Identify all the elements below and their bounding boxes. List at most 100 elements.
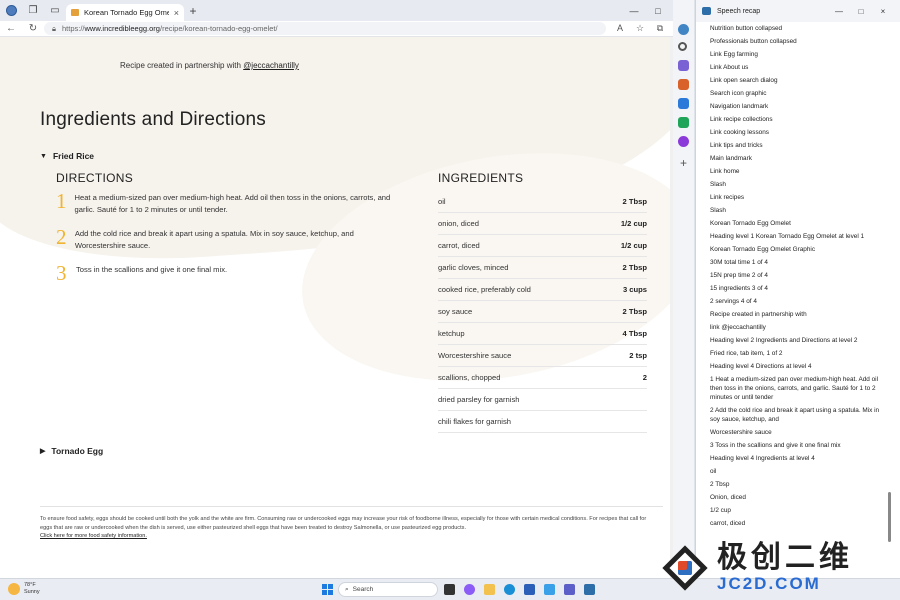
favorites-star-icon[interactable]: ☆ [630,23,650,34]
file-explorer-icon[interactable] [484,584,495,595]
task-view-icon[interactable] [444,584,455,595]
start-button[interactable] [322,584,333,595]
ingredient-row: scallions, chopped 2 [438,367,647,389]
edge-icon[interactable] [504,584,515,595]
url-text: https://www.incredibleegg.org/recipe/kor… [62,24,278,33]
tab-active[interactable]: Korean Tornado Egg Omelet - A × [66,4,184,21]
recap-item[interactable]: Slash [710,204,887,217]
taskbar-apps [444,584,595,595]
directions-heading: DIRECTIONS [56,171,134,185]
recap-item[interactable]: Search icon graphic [710,87,887,100]
tab-actions-icon[interactable]: ▭ [44,0,66,21]
ingredient-amount: 4 Tbsp [622,329,647,338]
recap-item[interactable]: Korean Tornado Egg Omelet Graphic [710,243,887,256]
recap-item[interactable]: link @jeccachantilly [710,321,887,334]
recap-item[interactable]: Link cooking lessons [710,126,887,139]
recap-item[interactable]: Korean Tornado Egg Omelet [710,217,887,230]
recap-item[interactable]: Heading level 4 Ingredients at level 4 [710,452,887,465]
site-favicon-icon [71,9,79,16]
recap-item[interactable]: Professionals button collapsed [710,35,887,48]
recap-item[interactable]: Link About us [710,61,887,74]
direction-step: 1 Heat a medium-sized pan over medium-hig… [56,190,396,216]
panel-minimize-button[interactable]: — [828,7,850,16]
recap-item[interactable]: Heading level 4 Directions at level 4 [710,360,887,373]
minimize-button[interactable]: — [622,6,646,16]
recap-item[interactable]: 2 Add the cold rice and break it apart u… [710,404,887,426]
recap-item[interactable]: Link tips and tricks [710,139,887,152]
recap-item[interactable]: Worcestershire sauce [710,426,887,439]
new-tab-button[interactable]: + [184,4,202,18]
mail-icon[interactable] [544,584,555,595]
tab-tornado-egg-label: Tornado Egg [51,446,104,456]
recap-item[interactable]: Heading level 2 Ingredients and Directio… [710,334,887,347]
tab-tornado-egg[interactable]: ▶ Tornado Egg [40,446,103,456]
step-text: Toss in the scallions and give it one fi… [76,265,228,274]
recap-item[interactable]: Onion, diced [710,491,887,504]
partner-link[interactable]: @jeccachantilly [243,61,299,70]
step-number: 1 [56,189,67,213]
recap-item[interactable]: 2 Tbsp [710,478,887,491]
recap-item[interactable]: Link recipes [710,191,887,204]
recap-item[interactable]: Heading level 1 Korean Tornado Egg Omele… [710,230,887,243]
recap-item[interactable]: Nutrition button collapsed [710,22,887,35]
outlook-icon[interactable] [678,136,689,147]
recap-item[interactable]: Link open search dialog [710,74,887,87]
recap-item[interactable]: 1/2 cup [710,504,887,517]
ingredient-name: onion, diced [438,219,479,228]
teams-icon[interactable] [564,584,575,595]
tab-close-icon[interactable]: × [174,8,179,18]
search-icon[interactable] [678,42,687,51]
shopping-icon[interactable] [678,60,689,71]
recap-item[interactable]: Link Egg farming [710,48,887,61]
recap-item[interactable]: Navigation landmark [710,100,887,113]
recap-item[interactable]: 2 servings 4 of 4 [710,295,887,308]
panel-scrollbar[interactable] [887,22,893,542]
recap-item[interactable]: oil [710,465,887,478]
copilot-icon[interactable] [464,584,475,595]
panel-title: Speech recap [717,7,761,15]
recap-item[interactable]: 30M total time 1 of 4 [710,256,887,269]
store-icon[interactable] [524,584,535,595]
office-icon[interactable] [678,117,689,128]
profile-button[interactable] [0,0,22,21]
ingredient-name: dried parsley for garnish [438,395,520,404]
add-icon[interactable]: + [678,157,689,169]
recap-item[interactable]: Link home [710,165,887,178]
read-aloud-icon[interactable]: A [610,23,630,34]
workspaces-icon[interactable]: ❐ [22,0,44,21]
weather-widget[interactable]: 78°F Sunny [8,582,40,596]
recap-item[interactable]: Slash [710,178,887,191]
tab-fried-rice[interactable]: ▼ Fried Rice [40,151,94,161]
recap-item[interactable]: 1 Heat a medium-sized pan over medium-hi… [710,373,887,404]
ingredient-amount: 2 Tbsp [622,307,647,316]
panel-maximize-button[interactable]: □ [850,7,872,16]
recap-item[interactable]: Recipe created in partnership with [710,308,887,321]
ingredient-amount: 1/2 cup [620,219,647,228]
refresh-button[interactable]: ↻ [22,23,44,34]
recap-item[interactable]: Main landmark [710,152,887,165]
recap-item[interactable]: 15N prep time 2 of 4 [710,269,887,282]
speech-recap-app-icon[interactable] [584,584,595,595]
back-button[interactable]: ← [0,23,22,34]
address-bar[interactable]: 🔒︎ https://www.incredibleegg.org/recipe/… [44,22,606,35]
taskbar-search[interactable]: ⌕ Search [338,582,438,597]
food-safety-link[interactable]: Click here for more food safety informat… [40,533,147,539]
watermark: 极创二维 JC2D.COM [655,535,900,600]
watermark-en: JC2D.COM [717,573,821,593]
recap-item[interactable]: 15 ingredients 3 of 4 [710,282,887,295]
collections-icon[interactable]: ⧉ [650,23,670,34]
temperature: 78°F [24,582,36,588]
panel-close-button[interactable]: × [872,7,894,16]
recap-item[interactable]: 3 Toss in the scallions and give it one … [710,439,887,452]
games-icon[interactable] [678,98,689,109]
ingredient-row: chili flakes for garnish [438,411,647,433]
maximize-button[interactable]: □ [646,6,670,16]
weather-condition: Sunny [24,589,40,595]
ingredient-name: chili flakes for garnish [438,417,512,426]
copilot-icon[interactable] [678,24,689,35]
recap-item[interactable]: Fried rice, tab item, 1 of 2 [710,347,887,360]
recap-item[interactable]: Link recipe collections [710,113,887,126]
recap-item[interactable]: carrot, diced [710,517,887,530]
tools-icon[interactable] [678,79,689,90]
caret-right-icon: ▶ [40,448,46,455]
